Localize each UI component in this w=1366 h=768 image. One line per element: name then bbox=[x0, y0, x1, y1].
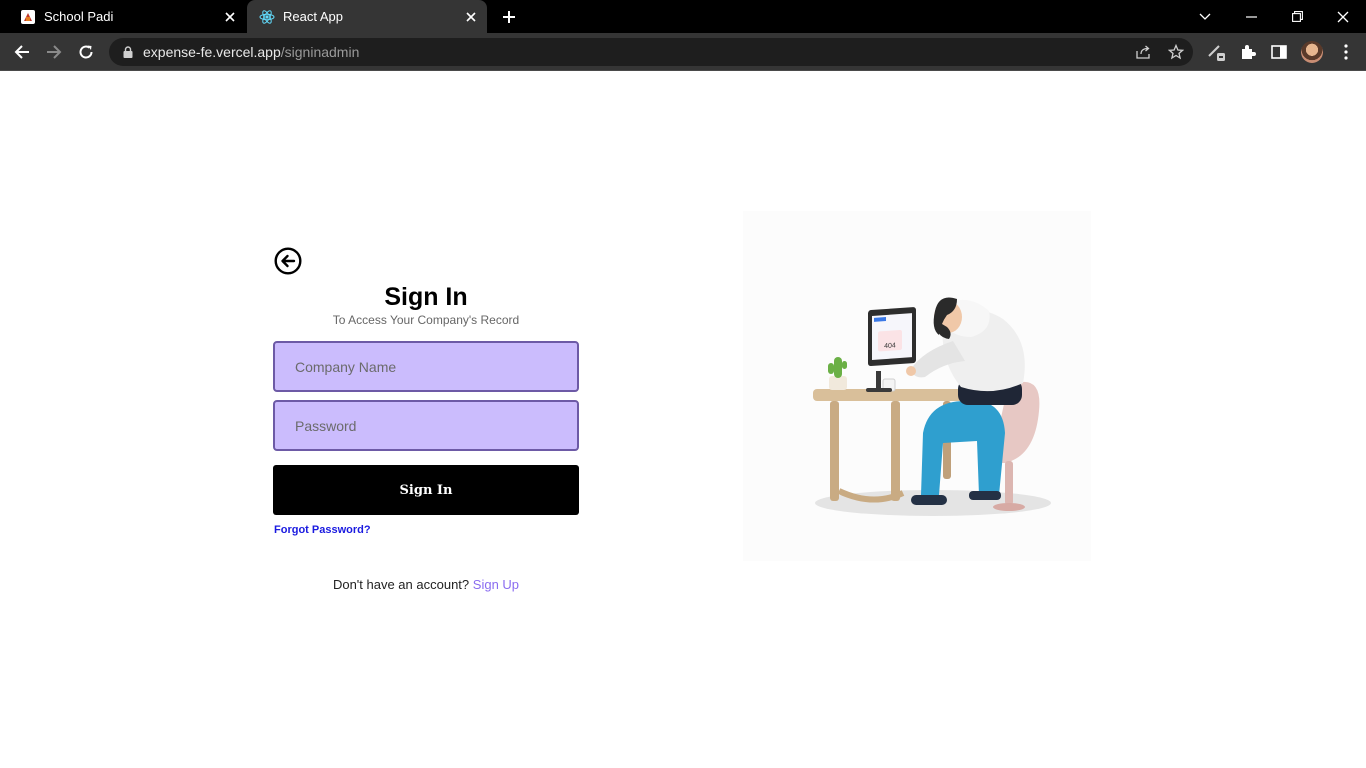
tab-search-chevron-icon[interactable] bbox=[1182, 0, 1228, 33]
illustration: 404 bbox=[743, 211, 1091, 561]
kebab-menu-icon[interactable] bbox=[1336, 42, 1356, 62]
extensions-puzzle-icon[interactable] bbox=[1238, 42, 1258, 62]
tab-title: React App bbox=[283, 9, 343, 24]
browser-toolbar: expense-fe.vercel.app/signinadmin bbox=[0, 33, 1366, 71]
lock-icon[interactable] bbox=[121, 45, 135, 59]
bookmark-star-icon[interactable] bbox=[1167, 43, 1185, 61]
profile-avatar[interactable] bbox=[1301, 41, 1323, 63]
page-content: Sign In To Access Your Company's Record … bbox=[0, 71, 1366, 768]
url-host: expense-fe.vercel.app bbox=[143, 44, 281, 60]
react-favicon-icon bbox=[259, 9, 275, 25]
sign-up-link[interactable]: Sign Up bbox=[473, 577, 519, 592]
tab-title: School Padi bbox=[44, 9, 114, 24]
close-tab-icon[interactable] bbox=[220, 7, 240, 27]
back-circle-arrow-icon[interactable] bbox=[273, 246, 303, 276]
school-padi-favicon-icon bbox=[20, 9, 36, 25]
password-input[interactable] bbox=[273, 400, 579, 451]
tab-strip: School Padi React App bbox=[0, 0, 1366, 33]
share-icon[interactable] bbox=[1135, 43, 1153, 61]
tab-school-padi[interactable]: School Padi bbox=[8, 0, 246, 33]
sign-in-button[interactable]: Sign In bbox=[273, 465, 579, 515]
minimize-icon[interactable] bbox=[1228, 0, 1274, 33]
side-panel-icon[interactable] bbox=[1269, 42, 1289, 62]
signup-prompt-text: Don't have an account? bbox=[332, 577, 470, 592]
page-title: Sign In bbox=[384, 283, 468, 311]
monitor-404-text: 404 bbox=[884, 342, 896, 350]
forward-arrow-icon[interactable] bbox=[40, 38, 68, 66]
extension-pen-icon[interactable] bbox=[1206, 42, 1226, 62]
url-path: /signinadmin bbox=[280, 44, 360, 60]
person-at-desk-illustration: 404 bbox=[813, 297, 1051, 516]
forgot-password-link[interactable]: Forgot Password? bbox=[274, 524, 371, 536]
company-name-input[interactable] bbox=[273, 341, 579, 392]
back-arrow-icon[interactable] bbox=[8, 38, 36, 66]
new-tab-icon[interactable] bbox=[498, 6, 520, 28]
close-tab-icon[interactable] bbox=[461, 7, 481, 27]
tab-react-app[interactable]: React App bbox=[247, 0, 487, 33]
signup-prompt: Don't have an account? Sign Up bbox=[273, 577, 579, 592]
restore-icon[interactable] bbox=[1274, 0, 1320, 33]
reload-icon[interactable] bbox=[72, 38, 100, 66]
page-subtitle: To Access Your Company's Record bbox=[332, 313, 520, 327]
url-text[interactable]: expense-fe.vercel.app/signinadmin bbox=[143, 44, 359, 60]
address-bar[interactable]: expense-fe.vercel.app/signinadmin bbox=[109, 38, 1193, 66]
close-window-icon[interactable] bbox=[1320, 0, 1366, 33]
